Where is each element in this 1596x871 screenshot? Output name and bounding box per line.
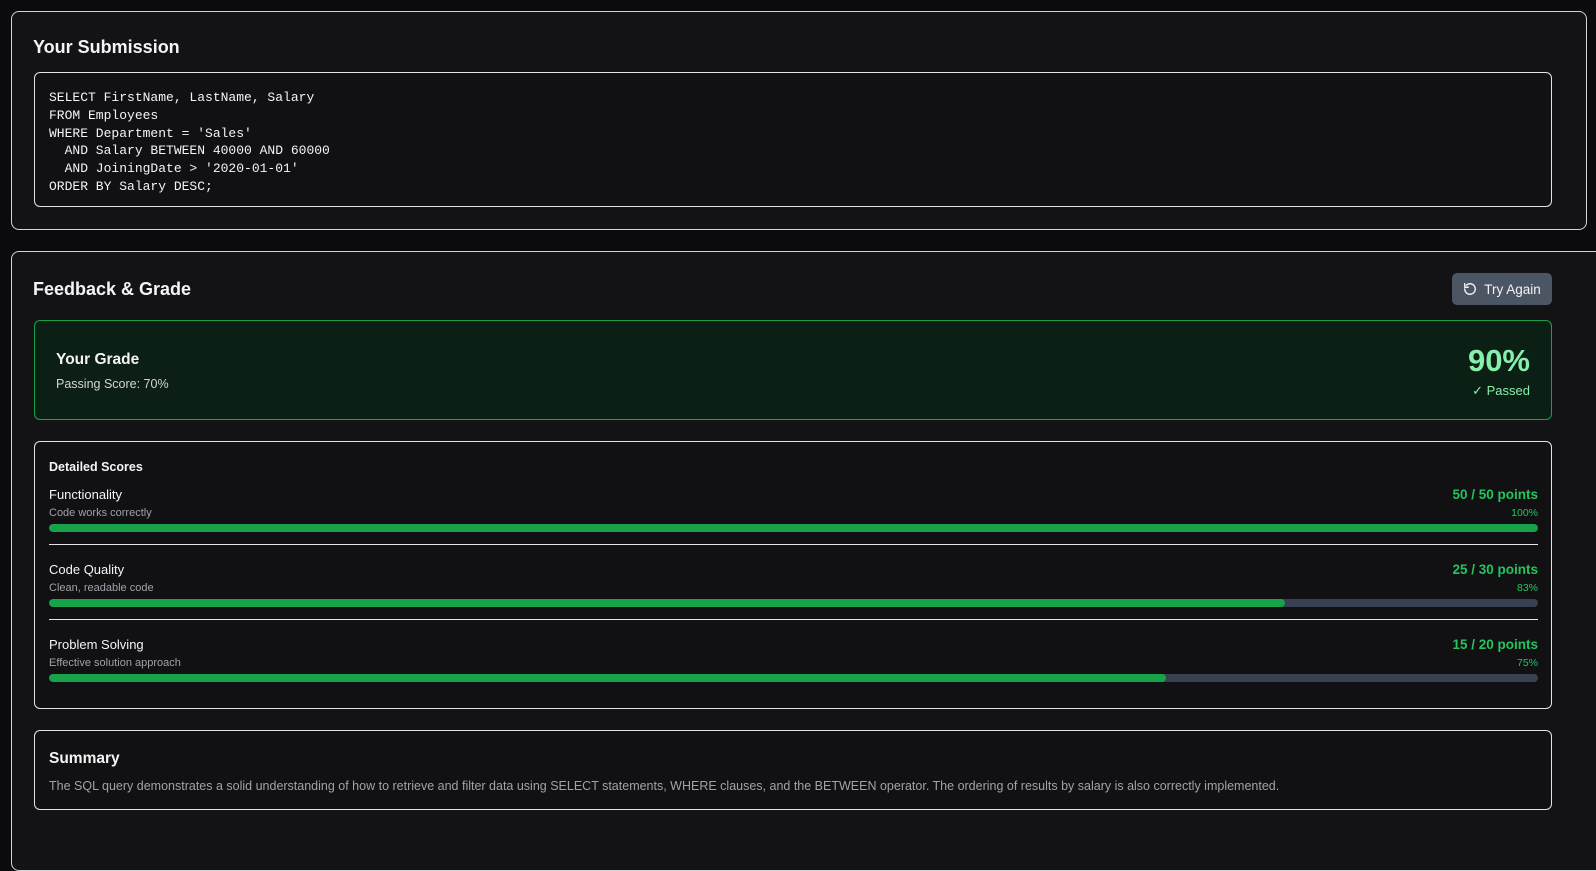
- score-row-problem-solving: Problem Solving Effective solution appro…: [49, 635, 1538, 695]
- rotate-ccw-icon: [1463, 282, 1477, 296]
- detailed-scores-title: Detailed Scores: [49, 460, 143, 474]
- try-again-button[interactable]: Try Again: [1452, 273, 1552, 305]
- summary-panel: Summary The SQL query demonstrates a sol…: [34, 730, 1552, 810]
- score-name: Code Quality: [49, 562, 125, 577]
- score-row-functionality: Functionality Code works correctly 50 / …: [49, 485, 1538, 545]
- grade-percentage: 90%: [1467, 343, 1530, 378]
- progress-bar: [49, 599, 1538, 607]
- submission-card: Your Submission SELECT FirstName, LastNa…: [11, 11, 1587, 230]
- score-name: Problem Solving: [49, 637, 144, 652]
- submitted-sql-code: SELECT FirstName, LastName, Salary FROM …: [49, 90, 330, 194]
- progress-fill: [49, 599, 1285, 607]
- pass-status: ✓ Passed: [1472, 383, 1530, 398]
- score-points: 15 / 20 points: [1452, 637, 1538, 652]
- score-percent: 75%: [1516, 657, 1538, 669]
- score-points: 50 / 50 points: [1452, 487, 1538, 502]
- try-again-label: Try Again: [1484, 281, 1541, 297]
- submission-title: Your Submission: [33, 37, 180, 57]
- grade-title: Your Grade: [56, 351, 140, 368]
- progress-bar: [49, 524, 1538, 532]
- score-description: Code works correctly: [49, 507, 152, 519]
- summary-title: Summary: [49, 750, 120, 767]
- progress-fill: [49, 674, 1166, 682]
- score-row-code-quality: Code Quality Clean, readable code 25 / 3…: [49, 560, 1538, 620]
- score-description: Clean, readable code: [49, 582, 154, 594]
- passing-score: Passing Score: 70%: [56, 377, 169, 391]
- progress-fill: [49, 524, 1538, 532]
- feedback-card: Feedback & Grade Try Again Your Grade Pa…: [11, 251, 1596, 871]
- score-description: Effective solution approach: [49, 657, 181, 669]
- progress-bar: [49, 674, 1538, 682]
- code-block: SELECT FirstName, LastName, Salary FROM …: [34, 72, 1552, 207]
- feedback-title: Feedback & Grade: [33, 279, 192, 299]
- divider: [49, 619, 1538, 620]
- score-points: 25 / 30 points: [1452, 562, 1538, 577]
- summary-text: The SQL query demonstrates a solid under…: [49, 779, 1280, 793]
- score-name: Functionality: [49, 487, 122, 502]
- score-percent: 100%: [1511, 507, 1538, 519]
- grade-panel: Your Grade Passing Score: 70% 90% ✓ Pass…: [34, 320, 1552, 420]
- divider: [49, 544, 1538, 545]
- detailed-scores-panel: Detailed Scores Functionality Code works…: [34, 441, 1552, 709]
- score-percent: 83%: [1516, 582, 1538, 594]
